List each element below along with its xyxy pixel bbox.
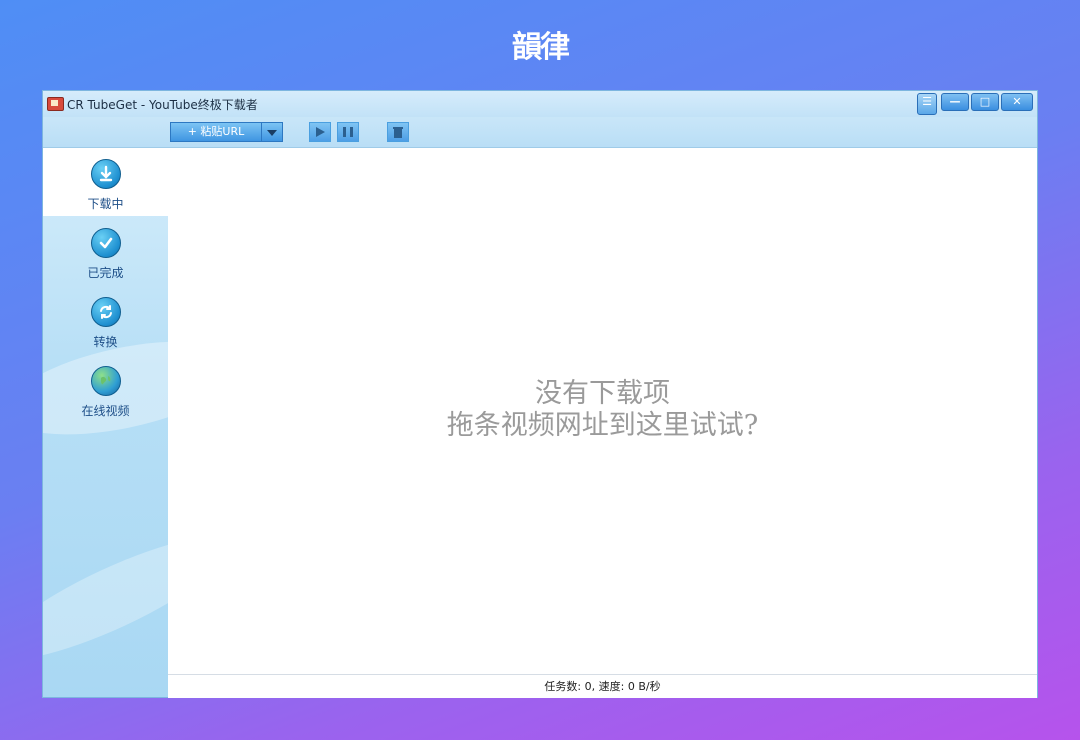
sidebar: 下载中 已完成 转换 在线视频 (43, 148, 168, 697)
download-list-area[interactable]: 没有下载项 拖条视频网址到这里试试? (168, 148, 1037, 674)
delete-icon[interactable] (387, 122, 409, 142)
sidebar-item-label: 已完成 (43, 264, 168, 281)
sidebar-item-convert[interactable]: 转换 (43, 286, 168, 354)
globe-icon (91, 366, 121, 396)
brand-logo: 韻律 (0, 22, 1080, 66)
menu-button[interactable]: ☰ (917, 93, 937, 115)
check-icon (91, 228, 121, 258)
sidebar-item-completed[interactable]: 已完成 (43, 217, 168, 285)
window-title: CR TubeGet - YouTube终极下载者 (67, 96, 258, 113)
sidebar-item-downloading[interactable]: 下载中 (43, 148, 168, 216)
pause-icon[interactable] (337, 122, 359, 142)
sidebar-item-label: 下载中 (43, 195, 168, 212)
title-bar[interactable]: CR TubeGet - YouTube终极下载者 ☰ — □ ✕ (43, 91, 1037, 117)
sidebar-item-online-video[interactable]: 在线视频 (43, 355, 168, 423)
empty-state-title: 没有下载项 (168, 378, 1037, 410)
dropdown-arrow-icon[interactable] (261, 122, 283, 142)
app-icon (47, 97, 64, 111)
close-button[interactable]: ✕ (1001, 93, 1033, 111)
window-controls: ☰ — □ ✕ (917, 93, 1033, 113)
empty-state-hint: 拖条视频网址到这里试试? (168, 410, 1037, 442)
paste-url-button[interactable]: + 粘贴URL (170, 122, 262, 142)
sidebar-decoration (43, 516, 168, 680)
status-bar: 任务数: 0, 速度: 0 B/秒 (168, 674, 1037, 698)
sidebar-item-label: 转换 (43, 333, 168, 350)
convert-icon (91, 297, 121, 327)
app-window: CR TubeGet - YouTube终极下载者 ☰ — □ ✕ + 粘贴UR… (43, 91, 1037, 697)
download-icon (91, 159, 121, 189)
toolbar: + 粘贴URL (43, 117, 1037, 148)
minimize-button[interactable]: — (941, 93, 969, 111)
sidebar-item-label: 在线视频 (43, 402, 168, 419)
play-icon[interactable] (309, 122, 331, 142)
maximize-button[interactable]: □ (971, 93, 999, 111)
